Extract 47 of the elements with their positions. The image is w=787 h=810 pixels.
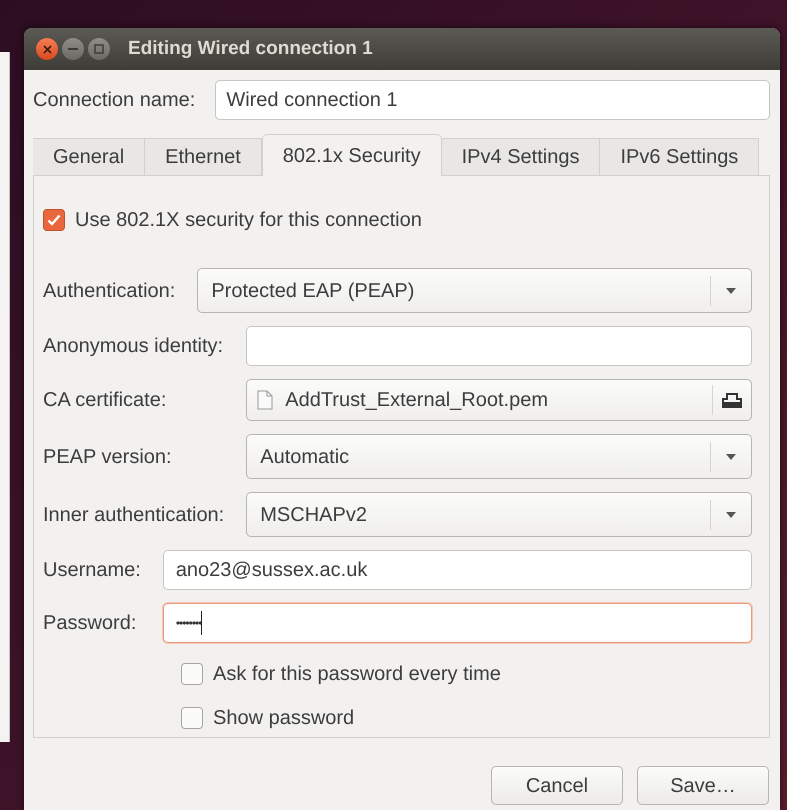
connection-name-field[interactable]: Wired connection 1 [215, 80, 770, 120]
dropdown[interactable]: MSCHAPv2 [246, 492, 752, 537]
dropdown-value: Protected EAP (PEAP) [211, 278, 416, 304]
field-label: CA certificate: [43, 388, 168, 413]
tab[interactable]: 802.1x Security [262, 134, 442, 176]
field-value: •••••••• [176, 615, 202, 632]
tab[interactable]: IPv6 Settings [600, 138, 760, 176]
close-button[interactable] [36, 38, 58, 60]
maximize-icon [94, 44, 104, 54]
tab[interactable]: IPv4 Settings [442, 138, 600, 176]
close-icon [42, 44, 52, 54]
dialog-button[interactable]: Save… [637, 766, 769, 805]
checkbox-label: Show password [213, 706, 354, 731]
dropdown-value: Automatic [260, 444, 350, 470]
tab[interactable]: General [33, 138, 146, 176]
connection-name-label: Connection name: [33, 88, 196, 113]
field-label: Anonymous identity: [43, 334, 224, 359]
dropdown-arrow-icon [725, 510, 737, 518]
dropdown[interactable]: Protected EAP (PEAP) [197, 268, 752, 313]
minimize-button[interactable] [62, 38, 84, 60]
document-icon [257, 390, 274, 410]
checkbox[interactable] [43, 209, 65, 231]
maximize-button[interactable] [88, 38, 110, 60]
dropdown-arrow-icon [725, 452, 737, 460]
checkbox-label: Use 802.1X security for this connection [75, 208, 422, 233]
text-field[interactable]: ano23@sussex.ac.uk [162, 550, 752, 590]
text-field[interactable] [246, 326, 752, 366]
checkbox[interactable] [181, 663, 203, 685]
checkbox[interactable] [181, 707, 203, 729]
field-value: ano23@sussex.ac.uk [176, 558, 368, 583]
checkbox-label: Ask for this password every time [213, 662, 501, 687]
tab[interactable]: Ethernet [145, 138, 262, 176]
field-label: Password: [43, 611, 138, 636]
field-label: PEAP version: [43, 444, 173, 470]
checkmark-icon [47, 214, 61, 226]
file-name: AddTrust_External_Root.pem [285, 388, 549, 413]
dialog-button[interactable]: Cancel [491, 766, 623, 805]
dropdown-value: MSCHAPv2 [260, 502, 368, 528]
minimize-icon [68, 48, 78, 50]
password-field[interactable]: •••••••• [162, 603, 752, 643]
dropdown-arrow-icon [725, 286, 737, 294]
field-label: Username: [43, 558, 141, 583]
file-chooser-button[interactable]: AddTrust_External_Root.pem [246, 379, 752, 421]
dropdown[interactable]: Automatic [246, 434, 752, 479]
field-label: Authentication: [43, 278, 176, 304]
field-label: Inner authentication: [43, 502, 224, 528]
window-title: Editing Wired connection 1 [128, 36, 373, 61]
